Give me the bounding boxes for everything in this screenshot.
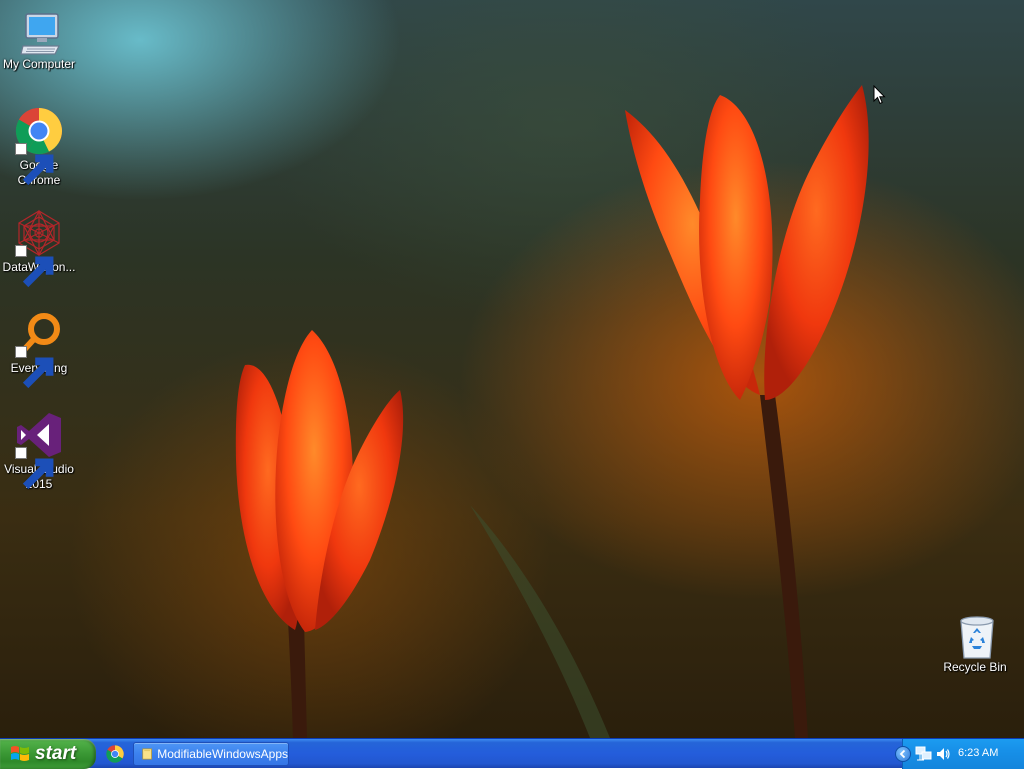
visual-studio-icon [15, 411, 63, 490]
volume-icon[interactable] [935, 746, 951, 762]
desktop-icon-datawagon[interactable]: DataWagon... [0, 209, 78, 288]
taskbar-button-label: ModifiableWindowsApps [157, 747, 288, 761]
expand-tray-icon[interactable] [895, 746, 911, 762]
clock[interactable]: 6:23 AM [958, 747, 998, 759]
recycle-bin-icon [953, 613, 997, 659]
chrome-icon [15, 107, 63, 186]
start-button[interactable]: start [0, 739, 96, 769]
taskbar-button-modifiablewindowsapps[interactable]: ModifiableWindowsApps [133, 742, 289, 766]
desktop-icon-google-chrome[interactable]: Google Chrome [0, 107, 78, 188]
desktop[interactable]: My Computer Google Chrome DataWagon... E… [0, 0, 1024, 738]
taskbar: start ModifiableWindowsApps 6:23 AM [0, 738, 1024, 769]
shortcut-arrow-icon [15, 447, 54, 490]
system-tray: 6:23 AM [895, 739, 1024, 769]
windows-logo-icon [11, 746, 29, 761]
wallpaper-tulips [235, 85, 869, 738]
desktop-icon-my-computer[interactable]: My Computer [0, 10, 78, 72]
mouse-cursor-icon [873, 85, 886, 105]
my-computer-icon [17, 10, 61, 55]
datawagon-icon [15, 209, 63, 288]
desktop-icon-label: Recycle Bin [943, 660, 1007, 674]
folder-icon [142, 748, 152, 760]
desktop-icon-label: My Computer [2, 57, 76, 71]
shortcut-arrow-icon [15, 245, 54, 288]
start-label: start [35, 743, 77, 764]
everything-search-icon [15, 310, 63, 389]
desktop-icon-recycle-bin[interactable]: Recycle Bin [936, 613, 1014, 675]
desktop-icon-everything[interactable]: Everything [0, 310, 78, 389]
desktop-icon-visual-studio-2015[interactable]: Visual Studio 2015 [0, 411, 78, 492]
network-icon[interactable] [915, 746, 933, 762]
shortcut-arrow-icon [15, 346, 54, 389]
quicklaunch-chrome-icon[interactable] [106, 745, 124, 763]
shortcut-arrow-icon [15, 143, 54, 186]
